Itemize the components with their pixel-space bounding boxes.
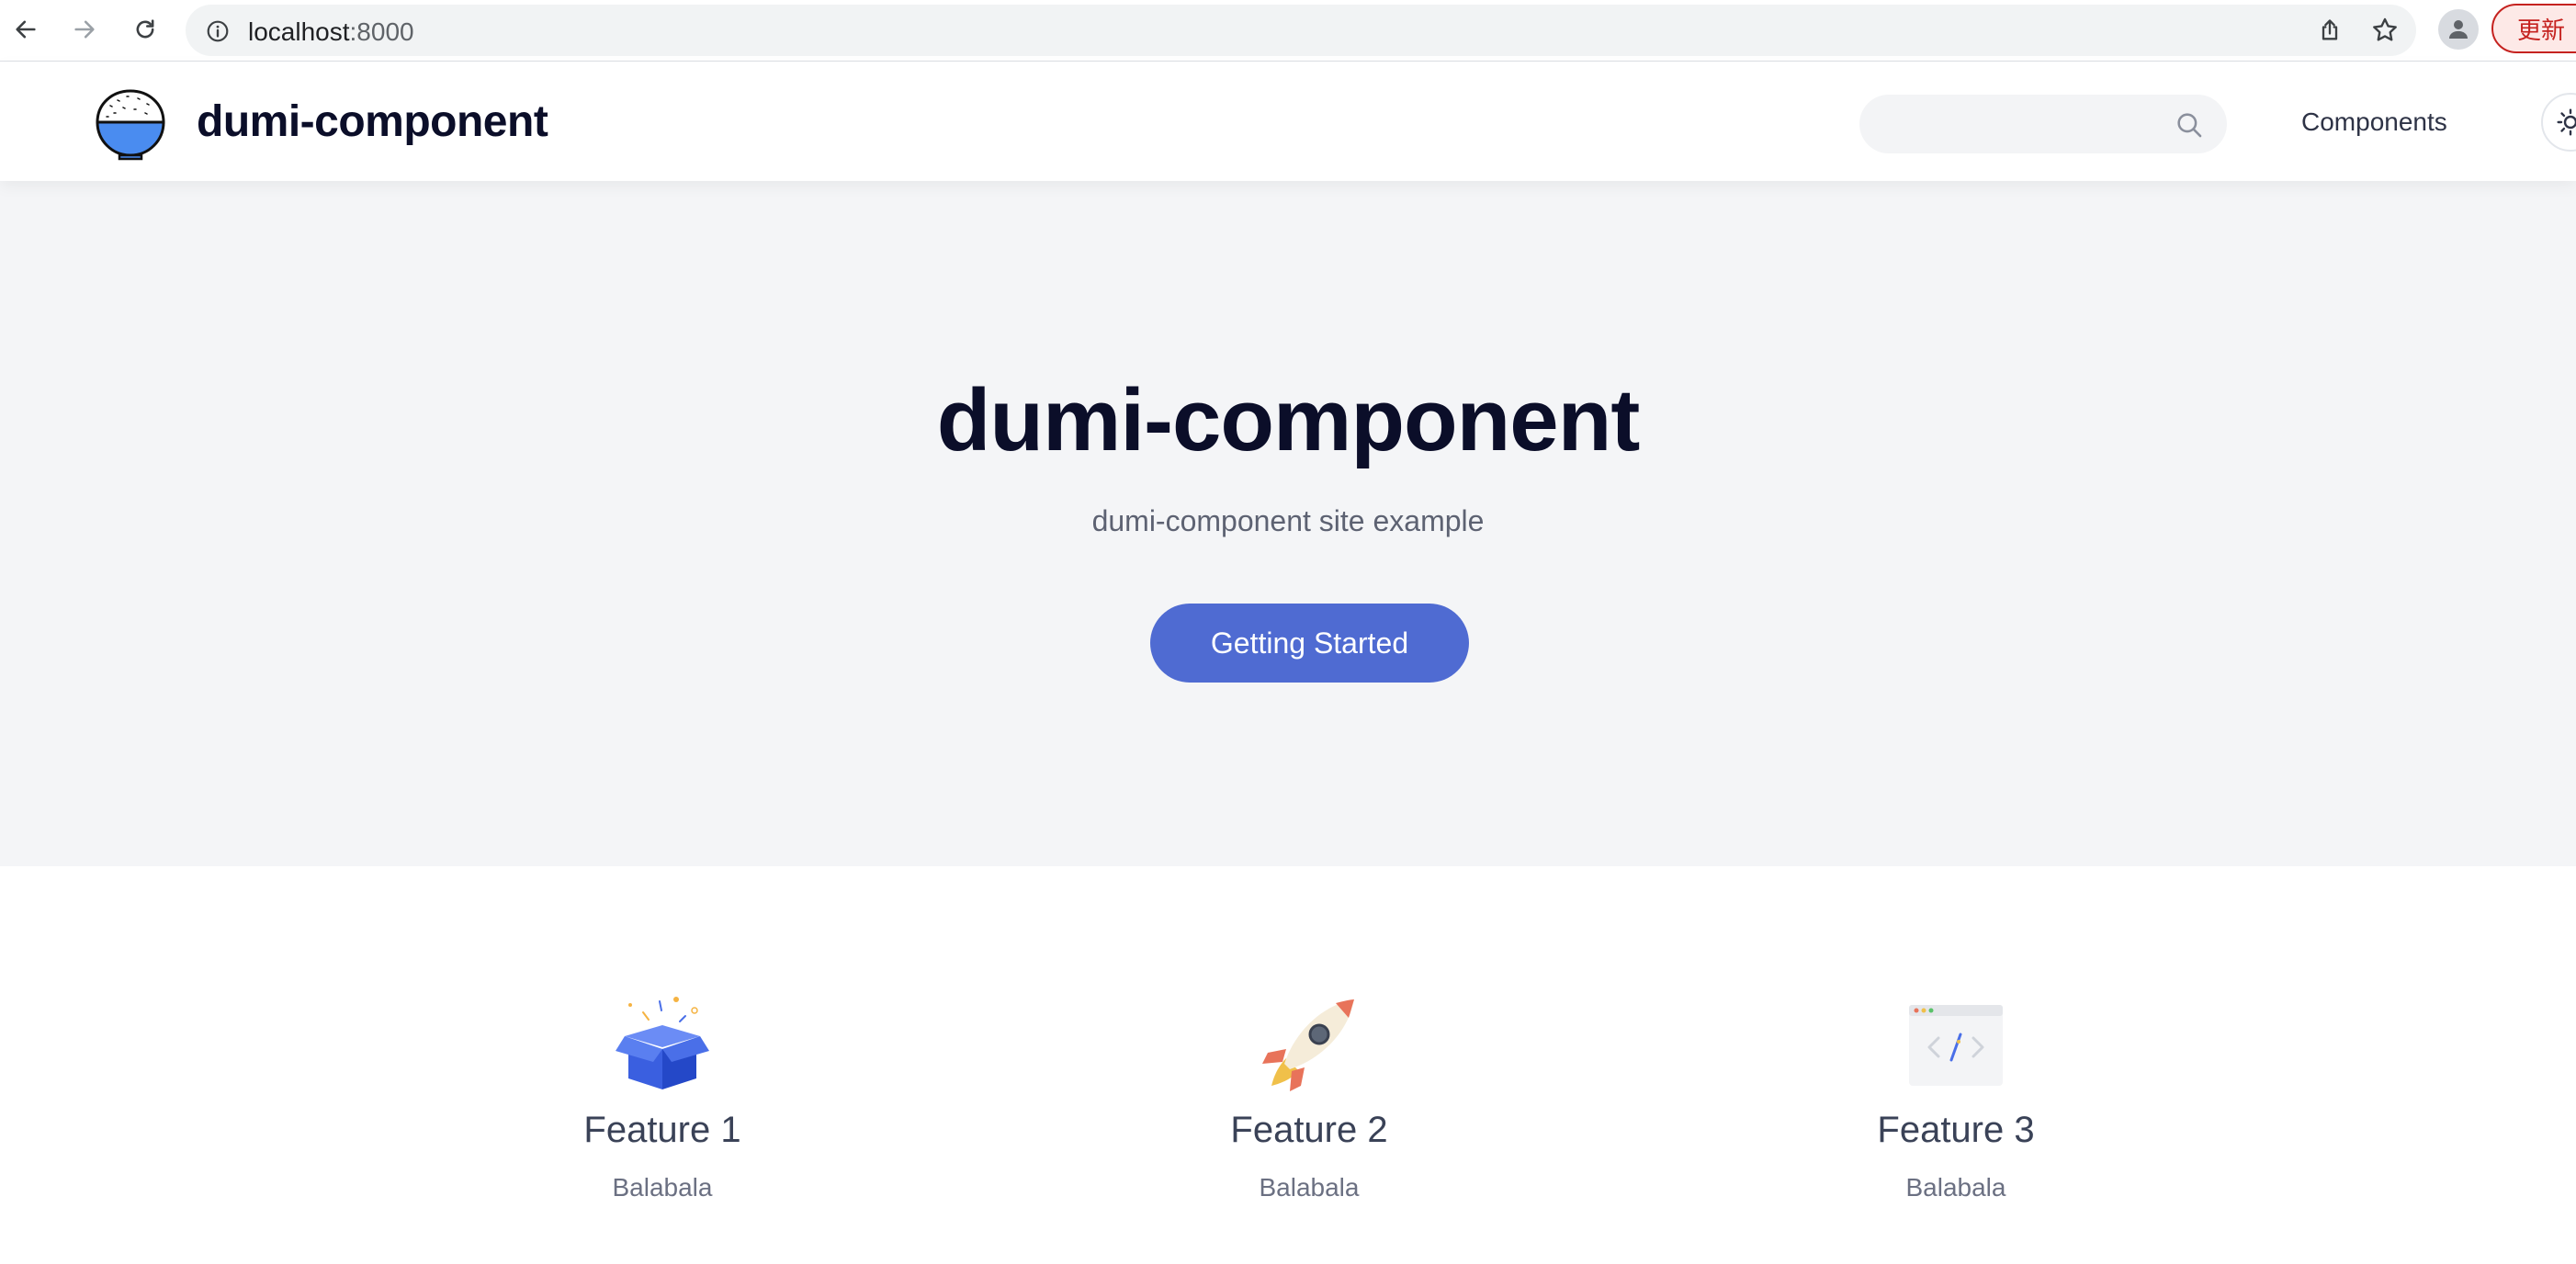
- reload-button[interactable]: [129, 13, 162, 46]
- feature-card-1: Feature 1 Balabala: [479, 994, 846, 1202]
- feature-card-2: Feature 2 Balabala: [1125, 994, 1493, 1202]
- nav-components-link[interactable]: Components: [2301, 107, 2447, 137]
- share-icon[interactable]: [2317, 17, 2343, 43]
- browser-toolbar: localhost:8000 更新: [0, 0, 2576, 62]
- address-bar[interactable]: localhost:8000: [186, 5, 2416, 56]
- url-port: :8000: [349, 17, 414, 46]
- sun-icon: [2557, 108, 2576, 136]
- theme-toggle-button[interactable]: [2541, 93, 2576, 152]
- hero-section: dumi-component dumi-component site examp…: [0, 181, 2576, 866]
- url-host: localhost: [248, 17, 350, 46]
- getting-started-button[interactable]: Getting Started: [1150, 604, 1469, 683]
- person-icon: [2449, 20, 2468, 39]
- feature-description: Balabala: [1905, 1173, 2006, 1202]
- url-text: localhost:8000: [248, 17, 414, 47]
- back-arrow-icon: [16, 20, 36, 39]
- feature-description: Balabala: [612, 1173, 713, 1202]
- feature-title: Feature 1: [583, 1110, 741, 1150]
- profile-avatar[interactable]: [2438, 9, 2479, 50]
- feature-description: Balabala: [1259, 1173, 1360, 1202]
- hero-title: dumi-component: [936, 371, 1641, 469]
- rocket-icon: [1262, 999, 1354, 1091]
- reload-icon: [136, 19, 154, 39]
- hero-description: dumi-component site example: [1091, 504, 1485, 537]
- code-window-icon: [1909, 1005, 2003, 1086]
- search-icon: [2177, 113, 2202, 138]
- forward-arrow-icon: [74, 20, 95, 39]
- feature-title: Feature 3: [1877, 1110, 2035, 1150]
- rice-bowl-logo-icon[interactable]: [92, 85, 169, 163]
- update-button[interactable]: 更新: [2491, 4, 2576, 53]
- site-header: dumi-component Components: [0, 62, 2576, 181]
- forward-button[interactable]: [68, 13, 101, 46]
- back-button[interactable]: [9, 13, 42, 46]
- feature-title: Feature 2: [1230, 1110, 1388, 1150]
- bookmark-star-icon[interactable]: [2370, 16, 2400, 45]
- search-input[interactable]: [1859, 95, 2227, 153]
- feature-card-3: Feature 3 Balabala: [1772, 994, 2140, 1202]
- info-icon[interactable]: [206, 19, 230, 43]
- site-title[interactable]: dumi-component: [197, 96, 548, 147]
- gift-box-icon: [616, 997, 709, 1089]
